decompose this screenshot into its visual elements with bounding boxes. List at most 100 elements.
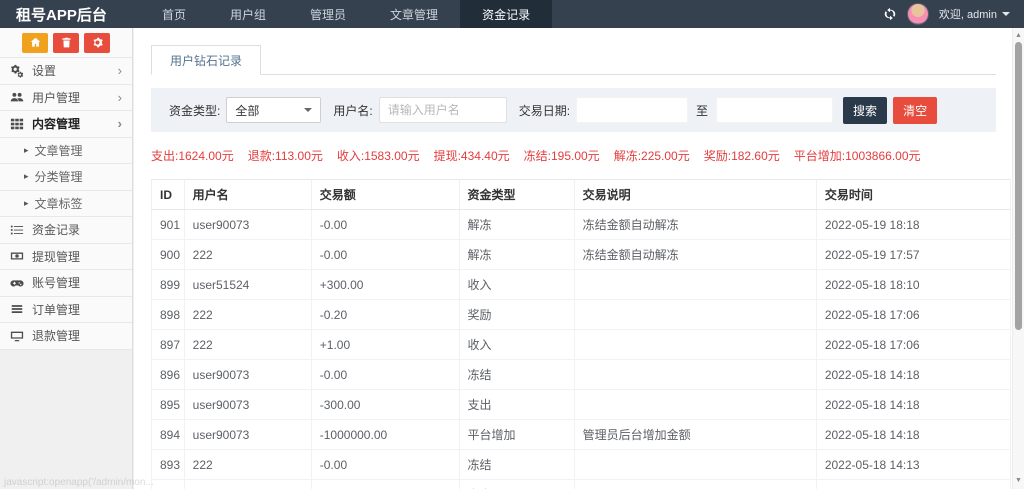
users-icon: [10, 90, 24, 104]
nav-item-user-groups[interactable]: 用户组: [208, 0, 288, 28]
sidebar-item-user-management[interactable]: 用户管理 ›: [0, 85, 132, 112]
refresh-icon[interactable]: [883, 7, 897, 21]
column-header-amount: 交易额: [311, 180, 459, 210]
cell-amount: -0.00: [311, 210, 459, 240]
sidebar-item-label: 账号管理: [32, 274, 80, 291]
cell-username: 222: [184, 240, 311, 270]
column-header-time: 交易时间: [816, 180, 1010, 210]
main-nav: 首页 用户组 管理员 文章管理 资金记录: [140, 0, 552, 28]
table-row[interactable]: 892 222 -1.00 支出 2022-05-18 14:13: [152, 480, 1011, 489]
sidebar-item-content-management[interactable]: 内容管理 ›: [0, 111, 132, 138]
sidebar-item-withdrawal-management[interactable]: 提现管理: [0, 244, 132, 271]
sidebar-item-refund-management[interactable]: 退款管理: [0, 323, 132, 350]
table-row[interactable]: 893 222 -0.00 冻结 2022-05-18 14:13: [152, 450, 1011, 480]
search-button[interactable]: 搜索: [843, 97, 887, 124]
sidebar-item-label: 文章标签: [35, 195, 83, 212]
nav-item-admins[interactable]: 管理员: [288, 0, 368, 28]
grid-icon: [10, 117, 24, 131]
cell-username: user90073: [184, 210, 311, 240]
cell-username: user90073: [184, 420, 311, 450]
sidebar-item-article-management[interactable]: ▸ 文章管理: [0, 138, 132, 165]
username-input[interactable]: [379, 97, 507, 123]
cell-id: 896: [152, 360, 185, 390]
cell-id: 900: [152, 240, 185, 270]
table-row[interactable]: 901 user90073 -0.00 解冻 冻结金额自动解冻 2022-05-…: [152, 210, 1011, 240]
navbar-right: 欢迎, admin: [883, 0, 1024, 28]
username-label: 用户名:: [333, 102, 372, 119]
sidebar-item-label: 资金记录: [32, 221, 80, 238]
sidebar-item-label: 设置: [32, 62, 56, 79]
cell-username: user51524: [184, 270, 311, 300]
scroll-up-arrow-icon[interactable]: ▲: [1013, 30, 1024, 42]
stat-refund: 退款:113.00元: [248, 147, 323, 164]
sidebar-item-fund-records[interactable]: 资金记录: [0, 217, 132, 244]
home-button[interactable]: [22, 33, 48, 53]
table-body: 901 user90073 -0.00 解冻 冻结金额自动解冻 2022-05-…: [152, 210, 1011, 489]
scroll-down-arrow-icon[interactable]: ▼: [1013, 475, 1024, 487]
trash-button[interactable]: [53, 33, 79, 53]
stat-reward: 奖励:182.60元: [704, 147, 780, 164]
stat-platform-add: 平台增加:1003866.00元: [794, 147, 921, 164]
nav-item-fund-records[interactable]: 资金记录: [460, 0, 552, 28]
nav-item-home[interactable]: 首页: [140, 0, 208, 28]
table-row[interactable]: 895 user90073 -300.00 支出 2022-05-18 14:1…: [152, 390, 1011, 420]
vertical-scrollbar[interactable]: ▲ ▼: [1012, 28, 1024, 489]
cell-fund-type: 解冻: [459, 210, 574, 240]
cell-username: 222: [184, 300, 311, 330]
sidebar-item-label: 订单管理: [32, 301, 80, 318]
cell-id: 897: [152, 330, 185, 360]
nav-item-articles[interactable]: 文章管理: [368, 0, 460, 28]
cell-amount: -0.20: [311, 300, 459, 330]
avatar[interactable]: [907, 3, 929, 25]
records-table: ID 用户名 交易额 资金类型 交易说明 交易时间 901 user90073 …: [151, 179, 1011, 489]
date-to-separator: 至: [696, 102, 708, 119]
cell-description: [574, 360, 816, 390]
table-row[interactable]: 899 user51524 +300.00 收入 2022-05-18 18:1…: [152, 270, 1011, 300]
table-row[interactable]: 896 user90073 -0.00 冻结 2022-05-18 14:18: [152, 360, 1011, 390]
cell-fund-type: 收入: [459, 270, 574, 300]
fund-type-select[interactable]: 全部: [226, 97, 321, 123]
sidebar-item-label: 文章管理: [35, 142, 83, 159]
tab-bar: 用户钻石记录: [151, 45, 996, 75]
date-to-input[interactable]: [716, 97, 833, 123]
table-row[interactable]: 900 222 -0.00 解冻 冻结金额自动解冻 2022-05-19 17:…: [152, 240, 1011, 270]
chevron-right-icon: ›: [118, 116, 122, 131]
cell-fund-type: 收入: [459, 330, 574, 360]
list-icon: [10, 223, 24, 237]
sidebar-item-order-management[interactable]: 订单管理: [0, 297, 132, 324]
table-row[interactable]: 898 222 -0.20 奖励 2022-05-18 17:06: [152, 300, 1011, 330]
sidebar: 设置 › 用户管理 › 内容管理 › ▸ 文章管理 ▸ 分类管理 ▸ 文章标签 …: [0, 28, 133, 489]
cell-username: 222: [184, 330, 311, 360]
table-header: ID 用户名 交易额 资金类型 交易说明 交易时间: [152, 180, 1011, 210]
top-navbar: 租号APP后台 首页 用户组 管理员 文章管理 资金记录 欢迎, admin: [0, 0, 1024, 28]
column-header-id: ID: [152, 180, 185, 210]
table-row[interactable]: 897 222 +1.00 收入 2022-05-18 17:06: [152, 330, 1011, 360]
triangle-right-icon: ▸: [24, 145, 29, 156]
cell-username: user90073: [184, 390, 311, 420]
scrollbar-thumb[interactable]: [1015, 42, 1022, 330]
app-title: 租号APP后台: [0, 0, 140, 28]
stat-expense: 支出:1624.00元: [151, 147, 234, 164]
cell-amount: -0.00: [311, 360, 459, 390]
column-header-username: 用户名: [184, 180, 311, 210]
table-row[interactable]: 894 user90073 -1000000.00 平台增加 管理员后台增加金额…: [152, 420, 1011, 450]
user-menu[interactable]: 欢迎, admin: [939, 6, 1010, 22]
sidebar-item-article-tags[interactable]: ▸ 文章标签: [0, 191, 132, 218]
home-icon: [30, 37, 41, 48]
tab-user-diamond-records[interactable]: 用户钻石记录: [151, 45, 261, 75]
clear-button[interactable]: 清空: [893, 97, 937, 124]
cell-fund-type: 解冻: [459, 240, 574, 270]
cell-time: 2022-05-19 18:18: [816, 210, 1010, 240]
cell-id: 901: [152, 210, 185, 240]
cell-time: 2022-05-19 17:57: [816, 240, 1010, 270]
chevron-down-icon: [1002, 12, 1010, 16]
cell-time: 2022-05-18 17:06: [816, 330, 1010, 360]
cell-description: [574, 480, 816, 489]
sidebar-item-account-management[interactable]: 账号管理: [0, 270, 132, 297]
cell-amount: -1.00: [311, 480, 459, 489]
gear-button[interactable]: [84, 33, 110, 53]
date-from-input[interactable]: [576, 97, 688, 123]
sidebar-item-category-management[interactable]: ▸ 分类管理: [0, 164, 132, 191]
cell-time: 2022-05-18 14:18: [816, 420, 1010, 450]
sidebar-item-settings[interactable]: 设置 ›: [0, 58, 132, 85]
